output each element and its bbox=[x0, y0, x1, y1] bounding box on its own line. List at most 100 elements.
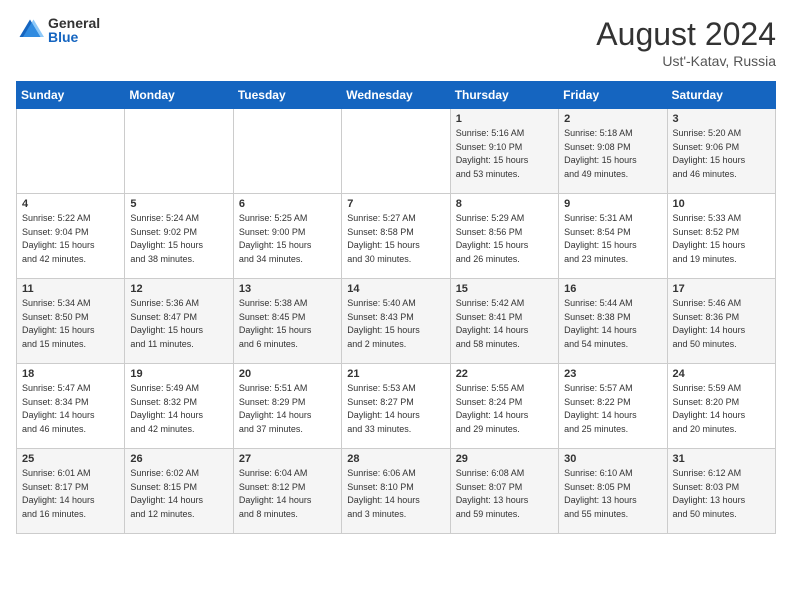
day-info: Sunrise: 5:46 AM Sunset: 8:36 PM Dayligh… bbox=[673, 297, 770, 351]
day-number: 1 bbox=[456, 113, 553, 125]
day-number: 27 bbox=[239, 453, 336, 465]
calendar-cell bbox=[125, 109, 233, 194]
weekday-header-monday: Monday bbox=[125, 82, 233, 109]
day-number: 14 bbox=[347, 283, 444, 295]
day-info: Sunrise: 6:04 AM Sunset: 8:12 PM Dayligh… bbox=[239, 467, 336, 521]
calendar-cell: 3 Sunrise: 5:20 AM Sunset: 9:06 PM Daylig… bbox=[667, 109, 775, 194]
calendar-cell: 24 Sunrise: 5:59 AM Sunset: 8:20 PM Dayli… bbox=[667, 364, 775, 449]
calendar-cell: 9Sunrise: 5:31 AM Sunset: 8:54 PM Daylig… bbox=[559, 194, 667, 279]
day-number: 28 bbox=[347, 453, 444, 465]
calendar-cell: 25 Sunrise: 6:01 AM Sunset: 8:17 PM Dayli… bbox=[17, 449, 125, 534]
calendar-week-4: 18 Sunrise: 5:47 AM Sunset: 8:34 PM Dayli… bbox=[17, 364, 776, 449]
calendar-cell bbox=[233, 109, 341, 194]
day-info: Sunrise: 5:59 AM Sunset: 8:20 PM Dayligh… bbox=[673, 382, 770, 436]
calendar-cell: 12 Sunrise: 5:36 AM Sunset: 8:47 PM Dayli… bbox=[125, 279, 233, 364]
month-year-title: August 2024 bbox=[596, 16, 776, 53]
calendar-cell: 1 Sunrise: 5:16 AM Sunset: 9:10 PM Daylig… bbox=[450, 109, 558, 194]
calendar-cell: 7Sunrise: 5:27 AM Sunset: 8:58 PM Daylig… bbox=[342, 194, 450, 279]
day-number: 3 bbox=[673, 113, 770, 125]
calendar-cell: 13Sunrise: 5:38 AM Sunset: 8:45 PM Dayli… bbox=[233, 279, 341, 364]
day-number: 11 bbox=[22, 283, 119, 295]
day-info: Sunrise: 5:51 AM Sunset: 8:29 PM Dayligh… bbox=[239, 382, 336, 436]
day-info: Sunrise: 5:55 AM Sunset: 8:24 PM Dayligh… bbox=[456, 382, 553, 436]
calendar-cell bbox=[342, 109, 450, 194]
day-number: 29 bbox=[456, 453, 553, 465]
day-number: 31 bbox=[673, 453, 770, 465]
day-number: 17 bbox=[673, 283, 770, 295]
calendar-cell: 5 Sunrise: 5:24 AM Sunset: 9:02 PM Daylig… bbox=[125, 194, 233, 279]
day-info: Sunrise: 6:02 AM Sunset: 8:15 PM Dayligh… bbox=[130, 467, 227, 521]
day-number: 16 bbox=[564, 283, 661, 295]
day-number: 12 bbox=[130, 283, 227, 295]
day-number: 2 bbox=[564, 113, 661, 125]
calendar-header: SundayMondayTuesdayWednesdayThursdayFrid… bbox=[17, 82, 776, 109]
calendar-cell: 11 Sunrise: 5:34 AM Sunset: 8:50 PM Dayli… bbox=[17, 279, 125, 364]
day-info: Sunrise: 5:20 AM Sunset: 9:06 PM Dayligh… bbox=[673, 127, 770, 181]
day-number: 8 bbox=[456, 198, 553, 210]
day-info: Sunrise: 5:36 AM Sunset: 8:47 PM Dayligh… bbox=[130, 297, 227, 351]
day-number: 6 bbox=[239, 198, 336, 210]
logo-text-general: General bbox=[48, 16, 100, 30]
calendar-cell: 4 Sunrise: 5:22 AM Sunset: 9:04 PM Daylig… bbox=[17, 194, 125, 279]
calendar-cell: 26Sunrise: 6:02 AM Sunset: 8:15 PM Dayli… bbox=[125, 449, 233, 534]
day-number: 5 bbox=[130, 198, 227, 210]
day-number: 7 bbox=[347, 198, 444, 210]
calendar-cell: 16Sunrise: 5:44 AM Sunset: 8:38 PM Dayli… bbox=[559, 279, 667, 364]
calendar-cell: 14 Sunrise: 5:40 AM Sunset: 8:43 PM Dayli… bbox=[342, 279, 450, 364]
day-info: Sunrise: 5:57 AM Sunset: 8:22 PM Dayligh… bbox=[564, 382, 661, 436]
calendar-cell: 19 Sunrise: 5:49 AM Sunset: 8:32 PM Dayli… bbox=[125, 364, 233, 449]
weekday-header-friday: Friday bbox=[559, 82, 667, 109]
day-number: 4 bbox=[22, 198, 119, 210]
calendar-cell: 10 Sunrise: 5:33 AM Sunset: 8:52 PM Dayli… bbox=[667, 194, 775, 279]
day-info: Sunrise: 5:22 AM Sunset: 9:04 PM Dayligh… bbox=[22, 212, 119, 266]
calendar-cell: 30Sunrise: 6:10 AM Sunset: 8:05 PM Dayli… bbox=[559, 449, 667, 534]
day-number: 23 bbox=[564, 368, 661, 380]
day-info: Sunrise: 5:24 AM Sunset: 9:02 PM Dayligh… bbox=[130, 212, 227, 266]
day-info: Sunrise: 5:53 AM Sunset: 8:27 PM Dayligh… bbox=[347, 382, 444, 436]
calendar-cell: 27 Sunrise: 6:04 AM Sunset: 8:12 PM Dayli… bbox=[233, 449, 341, 534]
day-info: Sunrise: 5:42 AM Sunset: 8:41 PM Dayligh… bbox=[456, 297, 553, 351]
day-info: Sunrise: 5:33 AM Sunset: 8:52 PM Dayligh… bbox=[673, 212, 770, 266]
calendar-week-5: 25 Sunrise: 6:01 AM Sunset: 8:17 PM Dayli… bbox=[17, 449, 776, 534]
day-number: 10 bbox=[673, 198, 770, 210]
day-info: Sunrise: 5:25 AM Sunset: 9:00 PM Dayligh… bbox=[239, 212, 336, 266]
logo-text-blue: Blue bbox=[48, 30, 100, 44]
calendar-cell: 21 Sunrise: 5:53 AM Sunset: 8:27 PM Dayli… bbox=[342, 364, 450, 449]
day-number: 24 bbox=[673, 368, 770, 380]
logo: General Blue bbox=[16, 16, 100, 44]
day-number: 20 bbox=[239, 368, 336, 380]
calendar-week-2: 4 Sunrise: 5:22 AM Sunset: 9:04 PM Daylig… bbox=[17, 194, 776, 279]
day-number: 19 bbox=[130, 368, 227, 380]
day-number: 18 bbox=[22, 368, 119, 380]
day-number: 21 bbox=[347, 368, 444, 380]
calendar-cell: 31 Sunrise: 6:12 AM Sunset: 8:03 PM Dayli… bbox=[667, 449, 775, 534]
day-number: 13 bbox=[239, 283, 336, 295]
calendar-cell: 23 Sunrise: 5:57 AM Sunset: 8:22 PM Dayli… bbox=[559, 364, 667, 449]
calendar-cell: 17 Sunrise: 5:46 AM Sunset: 8:36 PM Dayli… bbox=[667, 279, 775, 364]
day-number: 15 bbox=[456, 283, 553, 295]
weekday-header-sunday: Sunday bbox=[17, 82, 125, 109]
day-info: Sunrise: 6:06 AM Sunset: 8:10 PM Dayligh… bbox=[347, 467, 444, 521]
weekday-header-wednesday: Wednesday bbox=[342, 82, 450, 109]
calendar-cell: 2Sunrise: 5:18 AM Sunset: 9:08 PM Daylig… bbox=[559, 109, 667, 194]
calendar-cell: 18 Sunrise: 5:47 AM Sunset: 8:34 PM Dayli… bbox=[17, 364, 125, 449]
calendar-cell: 6 Sunrise: 5:25 AM Sunset: 9:00 PM Daylig… bbox=[233, 194, 341, 279]
day-info: Sunrise: 5:47 AM Sunset: 8:34 PM Dayligh… bbox=[22, 382, 119, 436]
day-info: Sunrise: 5:31 AM Sunset: 8:54 PM Dayligh… bbox=[564, 212, 661, 266]
day-number: 25 bbox=[22, 453, 119, 465]
logo-icon bbox=[16, 16, 44, 44]
day-info: Sunrise: 5:40 AM Sunset: 8:43 PM Dayligh… bbox=[347, 297, 444, 351]
day-info: Sunrise: 6:12 AM Sunset: 8:03 PM Dayligh… bbox=[673, 467, 770, 521]
day-info: Sunrise: 5:34 AM Sunset: 8:50 PM Dayligh… bbox=[22, 297, 119, 351]
calendar-cell bbox=[17, 109, 125, 194]
weekday-header-thursday: Thursday bbox=[450, 82, 558, 109]
day-info: Sunrise: 5:16 AM Sunset: 9:10 PM Dayligh… bbox=[456, 127, 553, 181]
calendar-cell: 8Sunrise: 5:29 AM Sunset: 8:56 PM Daylig… bbox=[450, 194, 558, 279]
calendar-cell: 22Sunrise: 5:55 AM Sunset: 8:24 PM Dayli… bbox=[450, 364, 558, 449]
day-info: Sunrise: 5:49 AM Sunset: 8:32 PM Dayligh… bbox=[130, 382, 227, 436]
day-number: 30 bbox=[564, 453, 661, 465]
calendar-table: SundayMondayTuesdayWednesdayThursdayFrid… bbox=[16, 81, 776, 534]
day-info: Sunrise: 6:08 AM Sunset: 8:07 PM Dayligh… bbox=[456, 467, 553, 521]
calendar-cell: 29 Sunrise: 6:08 AM Sunset: 8:07 PM Dayli… bbox=[450, 449, 558, 534]
day-info: Sunrise: 6:01 AM Sunset: 8:17 PM Dayligh… bbox=[22, 467, 119, 521]
